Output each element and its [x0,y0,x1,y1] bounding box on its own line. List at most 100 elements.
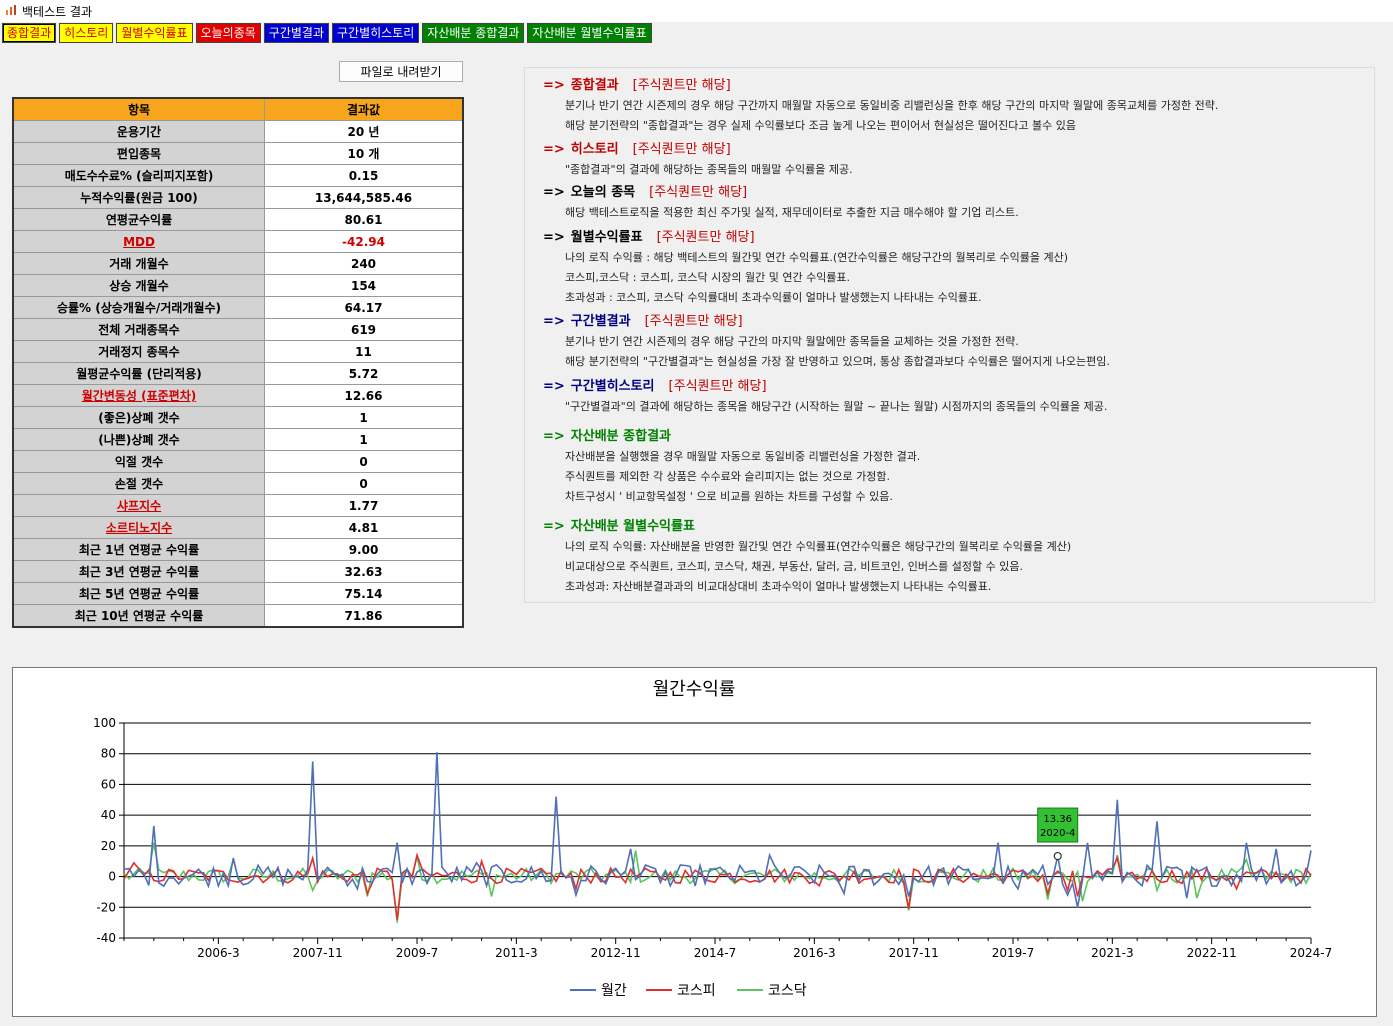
section-title: 자산배분 월별수익률표 [570,519,695,534]
results-table: 항목 결과값 운용기간 20 년 편입종목 10 개 매도수수료% (슬리피지포함) 0.… [12,97,464,628]
description-line: "종합결과"의 결과에 해당하는 종목들의 매월말 수익률을 제공. [565,163,853,176]
section-heading: => 월별수익률표 [주식퀀트만 해당] [543,228,1068,248]
row-value: 4.81 [264,516,464,539]
description-line: "구간별결과"의 결과에 해당하는 종목을 해당구간 (시작하는 월말 ~ 끝나… [565,400,1108,413]
tab-2[interactable]: 히스토리 [59,23,114,43]
download-file-button[interactable]: 파일로 내려받기 [339,61,463,82]
description-line: 주식퀀트를 제외한 각 상품은 수수료와 슬리피지는 없는 것으로 가정함. [565,470,890,483]
section-heading: => 구간별결과 [주식퀀트만 해당] [543,312,1110,332]
row-value: 10 개 [264,142,464,165]
table-row: 연평균수익률 80.61 [12,208,464,231]
x-tick-label: 2014-7 [694,946,737,960]
row-label[interactable]: MDD [12,230,265,253]
x-tick-label: 2009-7 [396,946,439,960]
table-row: 거래 개월수 240 [12,252,464,275]
section-heading: => 구간별히스토리 [주식퀀트만 해당] [543,377,1107,397]
row-label: 누적수익률(원금 100) [12,186,265,209]
row-label[interactable]: 샤프지수 [12,494,265,517]
tab-6[interactable]: 구간별히스토리 [332,23,420,43]
row-label: 익절 갯수 [12,450,265,473]
tab-5[interactable]: 구간별결과 [263,23,329,43]
table-row: 최근 3년 연평균 수익률 32.63 [12,560,464,583]
arrow-marker: => [543,142,565,157]
row-value: 0 [264,472,464,495]
row-value: 1 [264,406,464,429]
x-tick-label: 2021-3 [1091,946,1134,960]
section-heading: => 자산배분 종합결과 [543,427,920,447]
table-row: 상승 개월수 154 [12,274,464,297]
x-tick-label: 2024-7 [1290,946,1333,960]
row-label: 최근 3년 연평균 수익률 [12,560,265,583]
row-value: 11 [264,340,464,363]
row-value: 64.17 [264,296,464,319]
section-heading: => 오늘의 종목 [주식퀀트만 해당] [543,183,1019,203]
row-label[interactable]: 월간변동성 (표준편차) [12,384,265,407]
description-section: => 자산배분 월별수익률표 나의 로직 수익률: 자산배분을 반영한 월간및 연간… [543,517,1071,597]
row-label: (좋은)상폐 갯수 [12,406,265,429]
table-row: (좋은)상폐 갯수 1 [12,406,464,429]
description-line: 자산배분을 실행했을 경우 매월말 자동으로 동일비중 리밸런싱을 가정한 결과… [565,450,921,463]
description-line: 나의 로직 수익률 : 해당 백테스트의 월간및 연간 수익률표.(연간수익률은… [565,251,1069,264]
row-label: (나쁜)상폐 갯수 [12,428,265,451]
table-row: 매도수수료% (슬리피지포함) 0.15 [12,164,464,187]
x-tick-label: 2022-11 [1187,946,1237,960]
x-tick-label: 2017-11 [889,946,939,960]
row-value: 80.61 [264,208,464,231]
tab-8[interactable]: 자산배분 월별수익률표 [527,23,652,43]
row-label: 최근 10년 연평균 수익률 [12,604,265,628]
table-row: 최근 1년 연평균 수익률 9.00 [12,538,464,561]
monthly-return-chart: 월간수익률 -40 -20 0 20 40 60 80 100 2006-3 2007-11 2009… [12,667,1377,1017]
table-row: 익절 갯수 0 [12,450,464,473]
row-label: 매도수수료% (슬리피지포함) [12,164,265,187]
row-value: 13,644,585.46 [264,186,464,209]
tooltip-value: 13.36 [1043,814,1072,825]
tab-3[interactable]: 월별수익률표 [116,23,193,43]
description-section: => 구간별히스토리 [주식퀀트만 해당] "구간별결과"의 결과에 해당하는 종목을… [543,377,1107,417]
column-header-item: 항목 [12,97,265,121]
table-row: 거래정지 종목수 11 [12,340,464,363]
x-tick-label: 2011-3 [495,946,538,960]
section-heading: => 종합결과 [주식퀀트만 해당] [543,76,1218,96]
y-tick-label: -20 [96,900,116,914]
section-title: 오늘의 종목 [570,185,636,200]
legend-label: 코스닥 [768,983,807,999]
row-value: 9.00 [264,538,464,561]
row-value: 0.15 [264,164,464,187]
tab-7[interactable]: 자산배분 종합결과 [422,23,525,43]
description-line: 비교대상으로 주식퀀트, 코스피, 코스닥, 채권, 부동산, 달러, 금, 비… [565,560,1023,573]
tab-1[interactable]: 종합결과 [2,23,57,43]
table-row: 최근 5년 연평균 수익률 75.14 [12,582,464,605]
title-bar: 백테스트 결과 [0,0,1393,22]
arrow-marker: => [543,78,565,93]
row-label: 최근 1년 연평균 수익률 [12,538,265,561]
table-row: 승률% (상승개월수/거래개월수) 64.17 [12,296,464,319]
section-title: 구간별결과 [570,314,631,329]
section-note: [주식퀀트만 해당] [644,314,743,329]
row-label[interactable]: 소르티노지수 [12,516,265,539]
table-row: MDD -42.94 [12,230,464,253]
table-row: 누적수익률(원금 100) 13,644,585.46 [12,186,464,209]
table-row: 최근 10년 연평균 수익률 71.86 [12,604,464,628]
row-value: 71.86 [264,604,464,628]
table-row: 전체 거래종목수 619 [12,318,464,341]
y-tick-label: 80 [101,747,116,761]
y-tick-label: 0 [108,870,116,884]
section-title: 히스토리 [570,142,619,157]
tab-4[interactable]: 오늘의종목 [195,23,261,43]
chart-canvas: 월간수익률 -40 -20 0 20 40 60 80 100 2006-3 2007-11 2009… [93,679,1333,999]
row-label: 전체 거래종목수 [12,318,265,341]
row-value: 154 [264,274,464,297]
row-label: 연평균수익률 [12,208,265,231]
section-note: [주식퀀트만 해당] [632,142,731,157]
y-tick-label: 60 [101,777,116,791]
description-line: 차트구성시 ' 비교항목설정 ' 으로 비교를 원하는 차트를 구성할 수 있음… [565,490,893,503]
row-label: 상승 개월수 [12,274,265,297]
table-row: 월간변동성 (표준편차) 12.66 [12,384,464,407]
row-value: 1 [264,428,464,451]
row-label: 편입종목 [12,142,265,165]
description-line: 초과성과: 자산배분결과과의 비교대상대비 초과수익이 얼마나 발생했는지 나타… [565,580,992,593]
table-row: 소르티노지수 4.81 [12,516,464,539]
x-tick-label: 2007-11 [293,946,343,960]
row-value: 20 년 [264,120,464,143]
table-row: 샤프지수 1.77 [12,494,464,517]
